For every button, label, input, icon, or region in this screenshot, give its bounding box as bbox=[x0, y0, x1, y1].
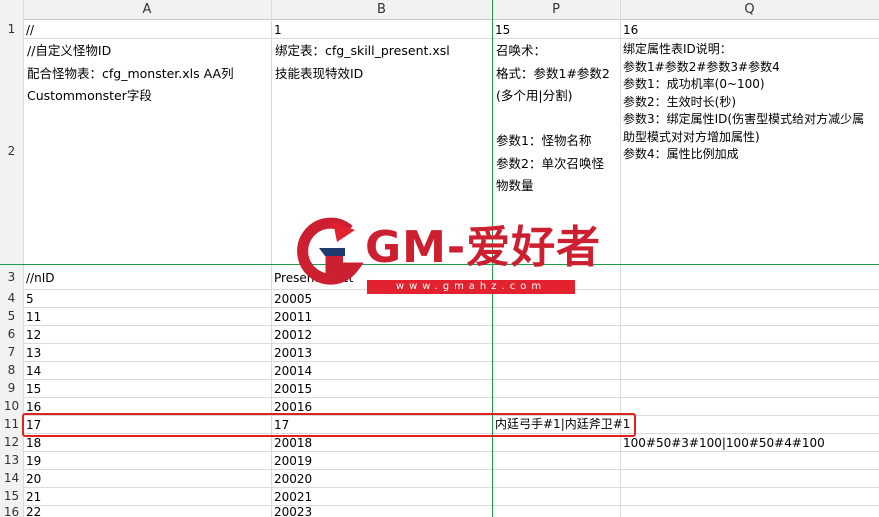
cell-b5[interactable]: 20011 bbox=[271, 307, 492, 325]
cell-line: 配合怪物表：cfg_monster.xls AA列 bbox=[27, 65, 234, 81]
cell-line: 绑定表：cfg_skill_present.xsl bbox=[275, 43, 450, 58]
row-header[interactable]: 8 bbox=[0, 361, 23, 379]
cell-a7[interactable]: 13 bbox=[23, 343, 271, 361]
cell-line: 参数2：单次召唤怪 bbox=[496, 155, 604, 171]
cell-p1[interactable]: 15 bbox=[492, 20, 620, 38]
cell-q2[interactable]: 绑定属性表ID说明： 参数1#参数2#参数3#参数4 参数1：成功机率(0~10… bbox=[620, 41, 879, 264]
cell-b14[interactable]: 20020 bbox=[271, 469, 492, 487]
cell-a1[interactable]: // bbox=[23, 20, 271, 38]
cell-b13[interactable]: 20019 bbox=[271, 451, 492, 469]
select-all-corner[interactable] bbox=[0, 0, 23, 20]
cell-line: 参数2：生效时长(秒) bbox=[623, 94, 736, 109]
cell-line: 格式：参数1#参数2 bbox=[496, 65, 610, 81]
row-header[interactable]: 10 bbox=[0, 397, 23, 415]
cell-b6[interactable]: 20012 bbox=[271, 325, 492, 343]
row-header[interactable]: 4 bbox=[0, 289, 23, 307]
cell-a14[interactable]: 20 bbox=[23, 469, 271, 487]
row-header[interactable]: 3 bbox=[0, 265, 23, 289]
row-header[interactable]: 13 bbox=[0, 451, 23, 469]
row-highlight-box bbox=[22, 413, 636, 437]
row-header[interactable]: 9 bbox=[0, 379, 23, 397]
spreadsheet[interactable]: A B P Q 1 2 3 4 5 6 7 8 9 10 11 12 13 14… bbox=[0, 0, 879, 517]
cell-b1[interactable]: 1 bbox=[271, 20, 492, 38]
watermark-logo-icon bbox=[297, 217, 363, 285]
cell-b9[interactable]: 20015 bbox=[271, 379, 492, 397]
watermark: GM-爱好者 www.gmahz.com bbox=[295, 216, 600, 300]
cell-a3[interactable]: //nID bbox=[23, 265, 271, 289]
row-header[interactable]: 16 bbox=[0, 505, 23, 517]
column-header-b[interactable]: B bbox=[271, 0, 492, 20]
cell-b7[interactable]: 20013 bbox=[271, 343, 492, 361]
watermark-brand: GM-爱好者 bbox=[365, 222, 602, 273]
row-header[interactable]: 6 bbox=[0, 325, 23, 343]
column-header-a[interactable]: A bbox=[23, 0, 271, 20]
cell-a15[interactable]: 21 bbox=[23, 487, 271, 505]
column-header-p[interactable]: P bbox=[492, 0, 620, 20]
cell-a9[interactable]: 15 bbox=[23, 379, 271, 397]
column-header-q[interactable]: Q bbox=[620, 0, 879, 20]
cell-b16[interactable]: 20023 bbox=[271, 505, 492, 517]
cell-a5[interactable]: 11 bbox=[23, 307, 271, 325]
cell-line: 参数1：成功机率(0~100) bbox=[623, 77, 765, 91]
row-header[interactable]: 1 bbox=[0, 20, 23, 38]
cell-a8[interactable]: 14 bbox=[23, 361, 271, 379]
cell-line: 参数4：属性比例加成 bbox=[623, 147, 739, 161]
cell-line: (多个用|分割) bbox=[496, 88, 573, 103]
cell-line: //自定义怪物ID bbox=[27, 43, 112, 58]
row-header[interactable]: 11 bbox=[0, 415, 23, 433]
row-header[interactable]: 14 bbox=[0, 469, 23, 487]
cell-line: 召唤术： bbox=[496, 43, 547, 58]
row-header[interactable]: 2 bbox=[0, 38, 23, 264]
cell-a4[interactable]: 5 bbox=[23, 289, 271, 307]
watermark-url: www.gmahz.com bbox=[367, 280, 575, 294]
cell-line bbox=[496, 108, 620, 131]
cell-line: 绑定属性表ID说明： bbox=[623, 42, 732, 56]
row-header[interactable]: 5 bbox=[0, 307, 23, 325]
cell-line: 参数3：绑定属性ID(伤害型模式给对方减少属 bbox=[623, 112, 865, 126]
cell-b8[interactable]: 20014 bbox=[271, 361, 492, 379]
cell-line: Custommonster字段 bbox=[27, 88, 152, 103]
cell-q1[interactable]: 16 bbox=[620, 20, 879, 38]
cell-line: 技能表现特效ID bbox=[275, 65, 364, 81]
cell-line: 物数量 bbox=[496, 178, 534, 193]
cell-line: 参数1：怪物名称 bbox=[496, 133, 592, 148]
cell-line: 参数1#参数2#参数3#参数4 bbox=[623, 59, 780, 74]
cell-line: 助型模式对对方增加属性) bbox=[623, 129, 760, 144]
row-header[interactable]: 15 bbox=[0, 487, 23, 505]
cell-q12[interactable]: 100#50#3#100|100#50#4#100 bbox=[620, 433, 879, 451]
cell-a16[interactable]: 22 bbox=[23, 505, 271, 517]
cell-b15[interactable]: 20021 bbox=[271, 487, 492, 505]
cell-a6[interactable]: 12 bbox=[23, 325, 271, 343]
row-header[interactable]: 7 bbox=[0, 343, 23, 361]
cell-a2[interactable]: //自定义怪物ID 配合怪物表：cfg_monster.xls AA列 Cust… bbox=[23, 40, 271, 264]
row-header[interactable]: 12 bbox=[0, 433, 23, 451]
cell-q3[interactable] bbox=[620, 265, 879, 289]
cell-a13[interactable]: 19 bbox=[23, 451, 271, 469]
